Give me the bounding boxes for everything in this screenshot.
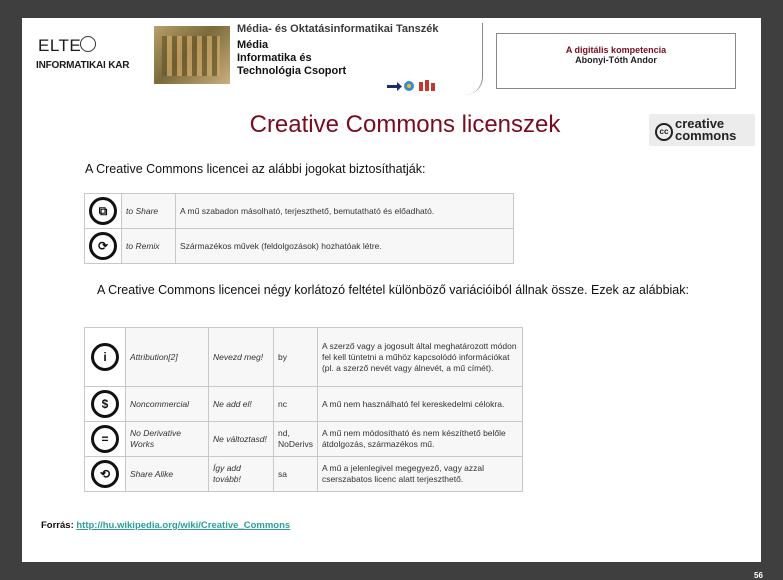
no-derivative-icon: = xyxy=(91,425,119,453)
condition-english: Share Alike xyxy=(125,456,209,492)
remix-icon-cell: ⟳ xyxy=(84,228,122,264)
source-link[interactable]: http://hu.wikipedia.org/wiki/Creative_Co… xyxy=(76,520,290,531)
right-description: A mű szabadon másolható, terjeszthető, b… xyxy=(175,193,514,229)
slide-title: Creative Commons licenszek xyxy=(249,111,561,138)
condition-abbreviation: by xyxy=(273,327,318,387)
condition-english: Noncommercial xyxy=(125,386,209,422)
department-name: Média- és Oktatásinformatikai Tanszék xyxy=(237,23,439,35)
page-number: 56 xyxy=(754,571,763,580)
group-name: Média Informatika és Technológia Csoport xyxy=(237,39,347,77)
table-row: $ Noncommercial Ne add el! nc A mű nem h… xyxy=(84,386,524,422)
table-row: ⟳ to Remix Származékos művek (feldolgozá… xyxy=(84,228,514,264)
department-glyphs-icon xyxy=(387,80,435,91)
brand-name: ELTE xyxy=(38,36,82,55)
condition-description: A mű a jelenlegivel megegyező, vagy azza… xyxy=(316,456,524,492)
no-derivative-icon-cell: = xyxy=(84,421,126,457)
condition-hungarian: Nevezd meg! xyxy=(208,327,274,387)
cc-icon: cc xyxy=(655,123,673,141)
rights-intro: A Creative Commons licencei az alábbi jo… xyxy=(85,162,426,176)
condition-hungarian: Így add tovább! xyxy=(208,456,274,492)
course-title: A digitális kompetencia xyxy=(565,45,667,55)
source-line: Forrás: http://hu.wikipedia.org/wiki/Cre… xyxy=(41,520,290,531)
condition-abbreviation: nc xyxy=(273,386,318,422)
table-row: ⧉ to Share A mű szabadon másolható, terj… xyxy=(84,193,514,229)
noncommercial-icon-cell: $ xyxy=(84,386,126,422)
remix-icon: ⟳ xyxy=(89,232,117,260)
condition-description: A szerző vagy a jogosult által meghatáro… xyxy=(316,327,524,387)
attribution-icon-cell: i xyxy=(84,327,126,387)
creative-commons-logo: cc creative commons xyxy=(649,114,755,146)
slide: ELTE INFORMATIKAI KAR Média- és Oktatási… xyxy=(0,0,783,580)
conditions-table: i Attribution[2] Nevezd meg! by A szerző… xyxy=(84,327,524,492)
condition-description: A mű nem módosítható és nem készíthető b… xyxy=(316,421,524,457)
right-name: to Share xyxy=(121,193,176,229)
share-alike-icon: ⟲ xyxy=(91,460,119,488)
condition-abbreviation: nd, NoDerivs xyxy=(273,421,318,457)
table-row: ⟲ Share Alike Így add tovább! sa A mű a … xyxy=(84,456,524,492)
right-description: Származékos művek (feldolgozások) hozhat… xyxy=(175,228,514,264)
share-icon: ⧉ xyxy=(89,197,117,225)
condition-description: A mű nem használható fel kereskedelmi cé… xyxy=(316,386,524,422)
department-block: Média- és Oktatásinformatikai Tanszék Mé… xyxy=(237,23,483,95)
share-alike-icon-cell: ⟲ xyxy=(84,456,126,492)
condition-abbreviation: sa xyxy=(273,456,318,492)
rights-table: ⧉ to Share A mű szabadon másolható, terj… xyxy=(84,193,514,264)
course-author: Abonyi-Tóth Andor xyxy=(575,55,657,65)
header-photo xyxy=(154,26,230,84)
course-box: A digitális kompetencia Abonyi-Tóth Ando… xyxy=(496,33,736,89)
elte-logo: ELTE INFORMATIKAI KAR xyxy=(28,22,138,82)
conditions-intro: A Creative Commons licencei négy korláto… xyxy=(97,283,689,297)
condition-english: No Derivative Works xyxy=(125,421,209,457)
noncommercial-icon: $ xyxy=(91,390,119,418)
table-row: = No Derivative Works Ne változtasd! nd,… xyxy=(84,421,524,457)
share-icon-cell: ⧉ xyxy=(84,193,122,229)
condition-hungarian: Ne add el! xyxy=(208,386,274,422)
attribution-icon: i xyxy=(91,343,119,371)
condition-hungarian: Ne változtasd! xyxy=(208,421,274,457)
right-name: to Remix xyxy=(121,228,176,264)
source-label: Forrás: xyxy=(41,520,74,531)
faculty-name: INFORMATIKAI KAR xyxy=(36,60,130,71)
crest-icon xyxy=(80,36,96,52)
cc-wordmark: creative commons xyxy=(675,116,737,143)
table-row: i Attribution[2] Nevezd meg! by A szerző… xyxy=(84,327,524,387)
condition-english: Attribution[2] xyxy=(125,327,209,387)
